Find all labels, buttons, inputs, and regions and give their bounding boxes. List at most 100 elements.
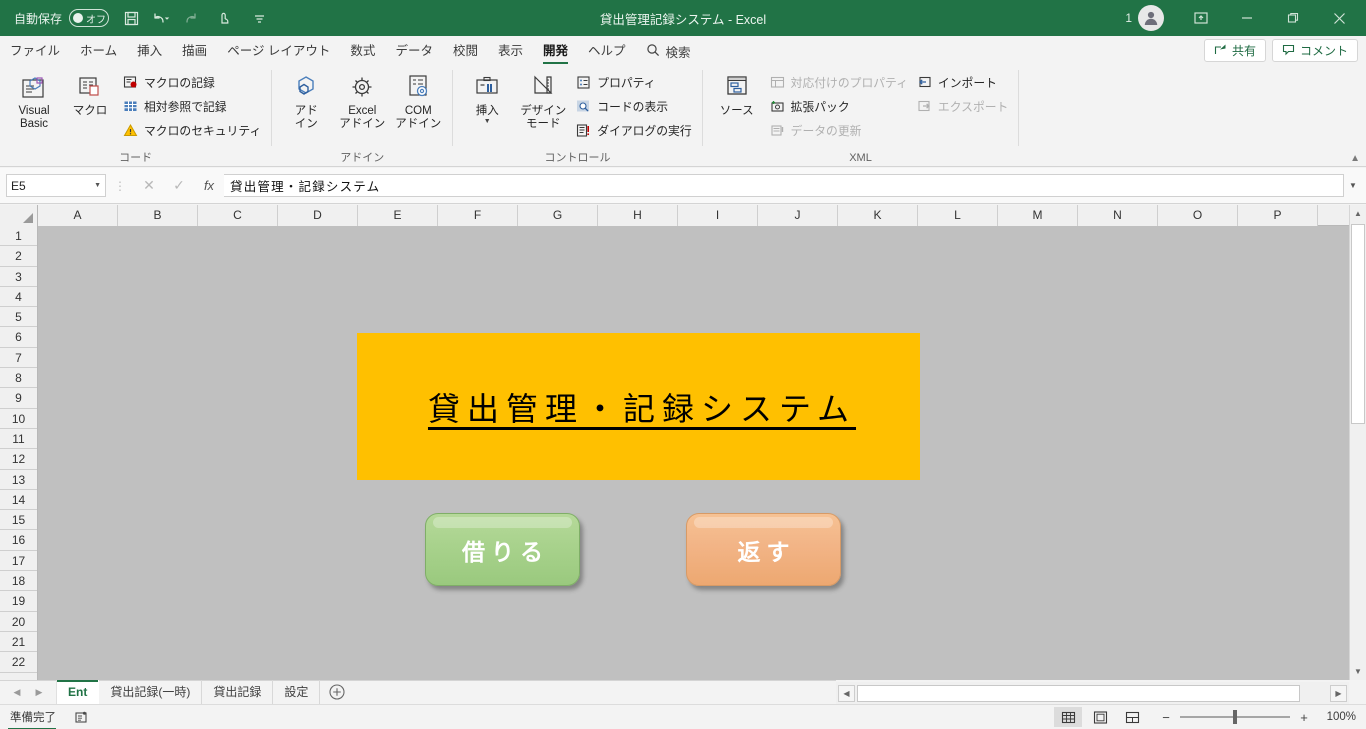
sheet-tab-loan-record-temp[interactable]: 貸出記録(一時): [99, 680, 203, 704]
row-header[interactable]: 9: [0, 388, 37, 409]
properties-button[interactable]: プロパティ: [571, 70, 695, 94]
design-mode-button[interactable]: デザイン モード: [515, 67, 571, 135]
tab-home[interactable]: ホーム: [70, 38, 127, 64]
row-header[interactable]: 6: [0, 327, 37, 348]
row-header[interactable]: 18: [0, 571, 37, 592]
sheet-nav-prev-icon[interactable]: ◀: [6, 687, 28, 698]
save-icon[interactable]: [115, 4, 147, 32]
run-dialog-button[interactable]: ダイアログの実行: [571, 118, 695, 142]
row-header[interactable]: 15: [0, 510, 37, 531]
enter-icon[interactable]: ✓: [164, 175, 194, 197]
com-addins-button[interactable]: COM アドイン: [390, 67, 446, 135]
column-header-p[interactable]: P: [1238, 205, 1318, 226]
column-header-c[interactable]: C: [198, 205, 278, 226]
row-header[interactable]: 12: [0, 449, 37, 470]
tab-file[interactable]: ファイル: [0, 38, 70, 64]
insert-function-icon[interactable]: fx: [194, 175, 224, 197]
page-break-preview-icon[interactable]: [1118, 707, 1146, 727]
zoom-slider[interactable]: [1180, 710, 1290, 724]
search-box[interactable]: 検索: [636, 38, 701, 64]
view-code-button[interactable]: コードの表示: [571, 94, 695, 118]
sheet-tab-loan-record[interactable]: 貸出記録: [202, 680, 274, 704]
chevron-down-icon[interactable]: ▼: [94, 182, 101, 189]
accessibility-icon[interactable]: [74, 710, 88, 724]
cancel-icon[interactable]: ✕: [134, 175, 164, 197]
vertical-scrollbar[interactable]: ▲ ▼: [1349, 205, 1366, 680]
row-header[interactable]: 11: [0, 428, 37, 450]
row-header[interactable]: 16: [0, 530, 37, 551]
avatar[interactable]: [1138, 5, 1164, 31]
record-macro-button[interactable]: マクロの記録: [118, 70, 265, 94]
name-box[interactable]: E5 ▼: [6, 174, 106, 197]
redo-icon[interactable]: [179, 4, 211, 32]
customize-qat-icon[interactable]: [243, 4, 275, 32]
column-header-g[interactable]: G: [518, 205, 598, 226]
visual-basic-button[interactable]: Visual Basic: [6, 67, 62, 135]
zoom-in-button[interactable]: +: [1298, 710, 1310, 725]
column-header-o[interactable]: O: [1158, 205, 1238, 226]
insert-control-button[interactable]: 挿入 ▼: [459, 67, 515, 129]
expand-formula-bar-icon[interactable]: ▼: [1344, 174, 1362, 197]
touch-mode-icon[interactable]: [211, 4, 243, 32]
collapse-ribbon-icon[interactable]: ▲: [1350, 153, 1360, 164]
row-header[interactable]: 7: [0, 347, 37, 369]
row-header[interactable]: 19: [0, 591, 37, 612]
tab-help[interactable]: ヘルプ: [578, 38, 636, 64]
comments-button[interactable]: コメント: [1271, 39, 1358, 62]
addins-button[interactable]: アド イン: [278, 67, 334, 135]
excel-addins-button[interactable]: Excel アドイン: [334, 67, 390, 135]
undo-icon[interactable]: [147, 4, 179, 32]
row-header[interactable]: 21: [0, 631, 37, 653]
sheet-nav-next-icon[interactable]: ▶: [28, 687, 50, 698]
scroll-left-icon[interactable]: ◀: [838, 684, 855, 702]
tab-insert[interactable]: 挿入: [127, 38, 172, 64]
horizontal-scrollbar[interactable]: ◀ ▶: [836, 682, 1349, 704]
column-header-h[interactable]: H: [598, 205, 678, 226]
column-header-e[interactable]: E: [358, 205, 438, 226]
macro-security-button[interactable]: マクロのセキュリティ: [118, 118, 265, 142]
row-header[interactable]: 14: [0, 489, 37, 511]
sheet-tab-ent[interactable]: Ent: [56, 680, 100, 704]
sheet-tab-settings[interactable]: 設定: [273, 680, 321, 704]
normal-view-icon[interactable]: [1054, 707, 1082, 727]
column-header-f[interactable]: F: [438, 205, 518, 226]
formula-input[interactable]: 貸出管理・記録システム: [224, 174, 1344, 197]
column-header-n[interactable]: N: [1078, 205, 1158, 226]
column-header-i[interactable]: I: [678, 205, 758, 226]
return-button[interactable]: 返す: [686, 513, 841, 586]
expansion-packs-button[interactable]: 拡張パック: [765, 94, 912, 118]
column-header-j[interactable]: J: [758, 205, 838, 226]
column-header-b[interactable]: B: [118, 205, 198, 226]
minimize-button[interactable]: [1224, 2, 1270, 34]
autosave-control[interactable]: 自動保存 オフ: [8, 5, 115, 31]
scroll-up-icon[interactable]: ▲: [1350, 205, 1366, 222]
tab-view[interactable]: 表示: [488, 38, 533, 64]
tab-page-layout[interactable]: ページ レイアウト: [217, 38, 340, 64]
tab-data[interactable]: データ: [385, 38, 443, 64]
row-header[interactable]: 5: [0, 307, 37, 328]
use-relative-references-button[interactable]: 相対参照で記録: [118, 94, 265, 118]
scroll-right-icon[interactable]: ▶: [1330, 684, 1347, 702]
row-header[interactable]: 13: [0, 469, 37, 490]
column-header-l[interactable]: L: [918, 205, 998, 226]
horizontal-scroll-track[interactable]: [857, 684, 1328, 702]
column-header-m[interactable]: M: [998, 205, 1078, 226]
row-header[interactable]: 20: [0, 611, 37, 632]
sheet-canvas[interactable]: 貸出管理・記録システム 借りる 返す: [38, 226, 1349, 680]
row-header[interactable]: 1: [0, 226, 37, 247]
column-header-k[interactable]: K: [838, 205, 918, 226]
tab-formulas[interactable]: 数式: [340, 38, 385, 64]
zoom-slider-thumb[interactable]: [1233, 710, 1237, 724]
xml-source-button[interactable]: ソース: [709, 67, 765, 122]
scroll-down-icon[interactable]: ▼: [1350, 663, 1366, 680]
ribbon-display-options-icon[interactable]: [1178, 2, 1224, 34]
tab-developer[interactable]: 開発: [533, 38, 578, 64]
share-button[interactable]: 共有: [1203, 39, 1266, 62]
restore-button[interactable]: [1270, 2, 1316, 34]
page-layout-view-icon[interactable]: [1086, 707, 1114, 727]
row-header[interactable]: 22: [0, 652, 37, 673]
row-header[interactable]: 2: [0, 246, 37, 267]
select-all-corner[interactable]: [0, 205, 38, 226]
import-button[interactable]: インポート: [912, 70, 1012, 94]
column-header-a[interactable]: A: [38, 205, 118, 226]
